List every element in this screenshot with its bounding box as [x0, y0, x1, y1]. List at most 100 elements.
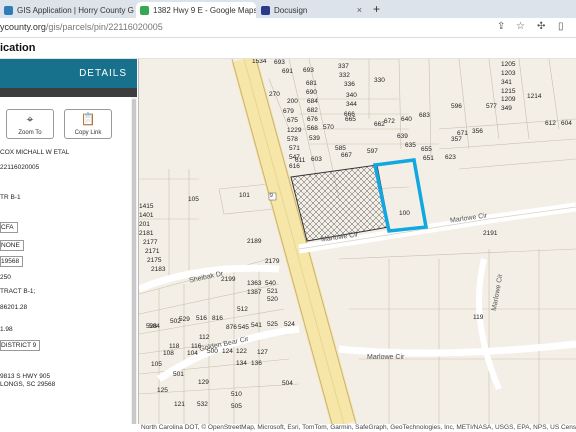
tab-label: 1382 Hwy 9 E - Google Maps	[153, 5, 256, 15]
parcel-label: 545	[238, 324, 249, 331]
hatched-parcel[interactable]	[290, 164, 390, 242]
details-header: DETAILS	[0, 59, 137, 88]
sidebar-icon[interactable]: ▯	[558, 21, 564, 32]
browser-tab-bar: GIS Application | Horry County G × 1382 …	[0, 0, 576, 18]
parcel-label: 332	[339, 72, 350, 79]
screen: GIS Application | Horry County G × 1382 …	[0, 0, 576, 432]
parcel-label: 108	[163, 350, 174, 357]
parcel-label: 349	[501, 105, 512, 112]
parcel-label: 357	[451, 136, 462, 143]
parcel-label: 337	[338, 63, 349, 70]
parcel-label: 667	[341, 152, 352, 159]
gis-favicon-icon	[4, 5, 13, 15]
parcel-label: 136	[251, 360, 262, 367]
tab-docusign[interactable]: Docusign ×	[257, 2, 367, 18]
parcel-label: 541	[251, 322, 262, 329]
parcel-label: 691	[282, 68, 293, 75]
overlay-value: NONE	[0, 240, 24, 251]
tab-close-icon[interactable]: ×	[352, 5, 367, 15]
parcel-label: 125	[157, 387, 168, 394]
zoom-to-button[interactable]: ⌖ Zoom To	[6, 109, 54, 139]
parcel-label: 124	[222, 348, 233, 355]
parcel-label: 2177	[143, 239, 158, 246]
url-path: /gis/parcels/pin/22116020005	[45, 22, 163, 32]
parcel-label: 640	[401, 116, 412, 123]
address-bar[interactable]: ycounty.org/gis/parcels/pin/22116020005 …	[0, 18, 576, 38]
parcel-label: 684	[307, 98, 318, 105]
parcel-label: 1534	[252, 59, 267, 65]
tab-close-icon[interactable]: ×	[134, 5, 135, 15]
tab-gis-application[interactable]: GIS Application | Horry County G ×	[0, 2, 135, 18]
parcel-label: 683	[419, 112, 430, 119]
parcel-label: 105	[151, 361, 162, 368]
tab-google-maps[interactable]: 1382 Hwy 9 E - Google Maps ×	[136, 2, 256, 18]
parcel-label: 1214	[527, 93, 542, 100]
parcel-label: 119	[473, 314, 484, 321]
parcel-label: 816	[212, 315, 223, 322]
parcel-label: 2189	[247, 238, 262, 245]
copy-link-label: Copy Link	[74, 130, 102, 136]
parcel-label: 270	[269, 91, 280, 98]
parcel-label: 623	[445, 154, 456, 161]
parcel-label: 690	[306, 89, 317, 96]
crosshair-icon: ⌖	[26, 112, 34, 126]
copy-link-button[interactable]: 📋 Copy Link	[64, 109, 112, 139]
parcel-label: 201	[139, 221, 150, 228]
parcel-label: 510	[231, 391, 242, 398]
parcel-label: 341	[501, 79, 512, 86]
parcel-label: 525	[267, 321, 278, 328]
docusign-favicon-icon	[261, 5, 270, 15]
tract-value: TRACT B-1;	[0, 288, 36, 295]
parcel-label: 571	[289, 145, 300, 152]
parcel-label: 101	[239, 192, 250, 199]
parcel-label: 105	[188, 196, 199, 203]
parcel-label: 675	[287, 117, 298, 124]
parcel-label: 129	[198, 379, 209, 386]
parcel-label: 512	[237, 306, 248, 313]
parcel-label: 639	[397, 133, 408, 140]
parcel-map[interactable]: 1534 693 691 693 337 332 1205 1203 270 2…	[139, 59, 576, 424]
parcel-label: 651	[423, 155, 434, 162]
parcel-label: 524	[284, 321, 295, 328]
parcel-label: 2171	[145, 248, 160, 255]
parcel-label: 540	[265, 280, 276, 287]
parcel-label: 520	[267, 296, 278, 303]
parcel-label: 568	[307, 125, 318, 132]
zip-value: 19568	[0, 256, 24, 267]
new-tab-button[interactable]: +	[373, 2, 380, 16]
parcel-label: 570	[323, 124, 334, 131]
star-icon[interactable]: ☆	[516, 21, 525, 32]
url-text[interactable]: ycounty.org/gis/parcels/pin/22116020005	[0, 22, 163, 32]
parcel-label: 693	[303, 67, 314, 74]
parcel-label: 604	[561, 120, 572, 127]
parcel-label: 662	[374, 121, 385, 128]
sqft-value: 86201.28	[0, 304, 28, 311]
street-label: Marlowe Cir	[367, 354, 405, 361]
parcel-label: 340	[346, 92, 357, 99]
parcel-label: 505	[231, 403, 242, 410]
app-title: ication	[0, 42, 36, 54]
tab-label: Docusign	[274, 5, 308, 15]
google-maps-favicon-icon	[140, 5, 149, 15]
share-icon[interactable]: ⇪	[497, 21, 505, 32]
parcel-label: 603	[311, 156, 322, 163]
marlowe-road-south	[338, 340, 576, 357]
panel-scroll-thumb[interactable]	[132, 99, 136, 424]
parcel-label: 693	[274, 59, 285, 66]
parcel-label: 1203	[501, 70, 516, 77]
parcel-label: 2183	[151, 266, 166, 273]
route-shield-label: 9	[270, 193, 273, 199]
parcel-label: 876	[226, 324, 237, 331]
parcel-label: 504	[282, 380, 293, 387]
parcel-label: 532	[197, 401, 208, 408]
acres-value: 1.98	[0, 326, 13, 333]
parcel-label: 672	[384, 118, 395, 125]
parcel-label: 200	[287, 98, 298, 105]
owner-value: COX MICHALL W ETAL	[0, 149, 70, 156]
map-canvas[interactable]	[139, 59, 576, 424]
parcel-label: 1205	[501, 61, 516, 68]
puzzle-icon[interactable]: ✣	[537, 21, 545, 32]
parcel-label: 612	[545, 120, 556, 127]
parcel-label: 597	[367, 148, 378, 155]
tab-label: GIS Application | Horry County G	[17, 5, 134, 15]
